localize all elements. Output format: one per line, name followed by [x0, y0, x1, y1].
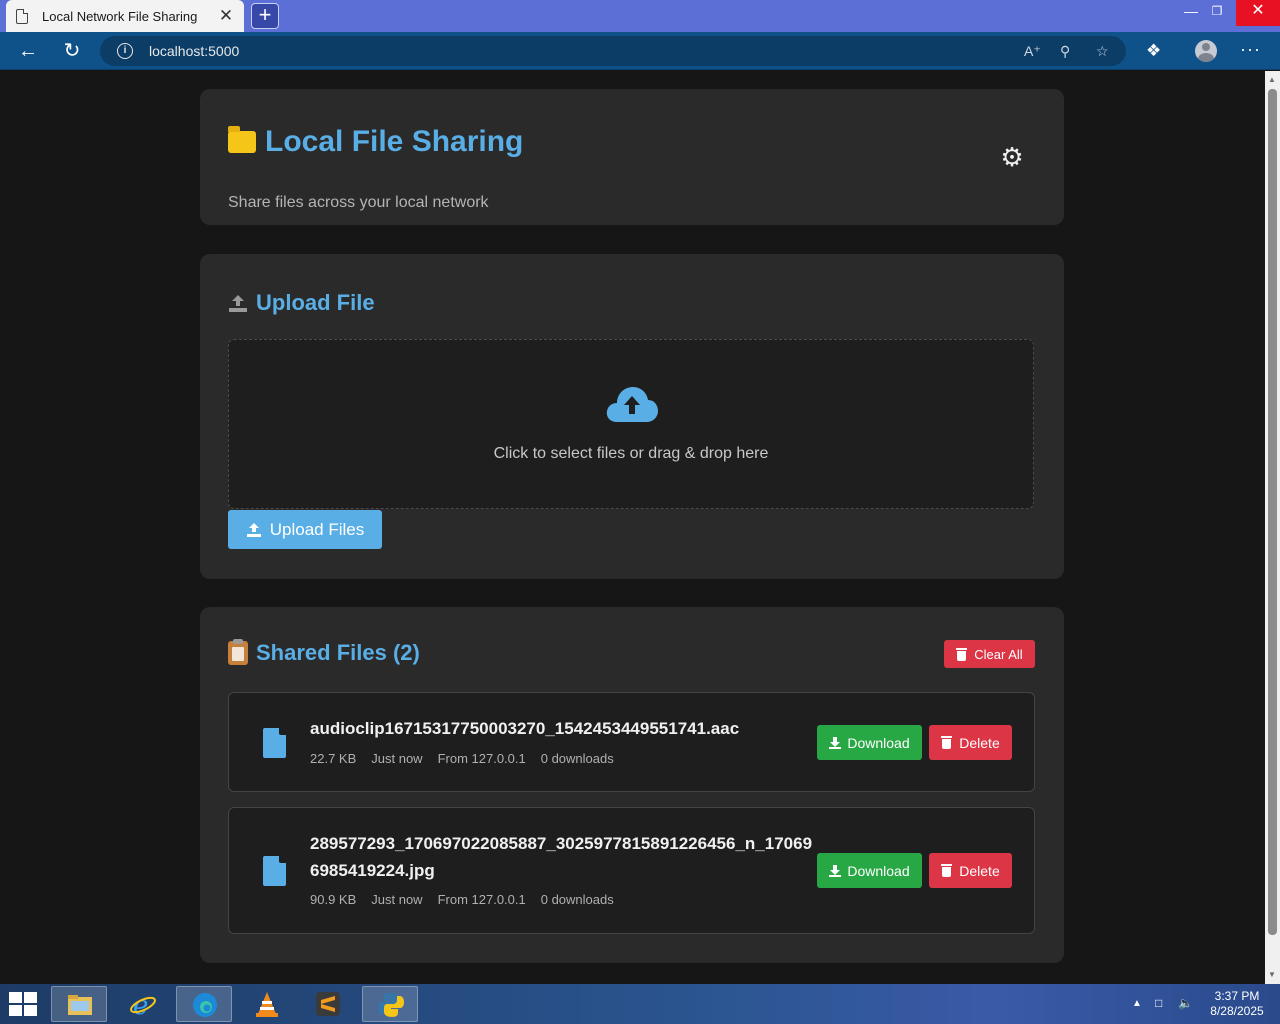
profile-avatar[interactable]	[1195, 40, 1217, 62]
file-size: 90.9 KB	[310, 892, 357, 907]
delete-label: Delete	[959, 734, 1000, 751]
page-title: Local File Sharing	[228, 125, 523, 159]
delete-label: Delete	[959, 862, 1000, 879]
taskbar-python[interactable]	[362, 986, 418, 1022]
page-viewport: Local File Sharing Share files across yo…	[0, 71, 1265, 984]
download-button[interactable]: Download	[817, 725, 922, 760]
address-bar[interactable]: i localhost:5000 A⁺ ⚲ ☆	[100, 36, 1126, 66]
file-name: 289577293_170697022085887_30259778158912…	[310, 834, 813, 880]
tab-close-icon[interactable]: ✕	[218, 6, 234, 26]
windows-start-icon[interactable]	[9, 992, 37, 1016]
clock-time: 3:37 PM	[1214, 989, 1260, 1003]
add-favorite-icon[interactable]: ☆	[1096, 43, 1109, 60]
upload-icon	[246, 522, 261, 537]
file-explorer-icon	[68, 995, 92, 1015]
shared-files-title-text: Shared Files (2)	[256, 640, 420, 665]
tray-overflow-icon[interactable]: ▲	[1132, 998, 1142, 1009]
browser-toolbar: ← ↻ i localhost:5000 A⁺ ⚲ ☆ ❖ ···	[0, 32, 1280, 70]
volume-icon[interactable]: 🔈	[1178, 996, 1193, 1010]
browser-tab[interactable]: Local Network File Sharing ✕	[6, 0, 244, 32]
download-label: Download	[847, 734, 910, 751]
file-downloads: 0 downloads	[540, 751, 614, 766]
cloud-upload-icon	[606, 387, 658, 422]
upload-files-button[interactable]: Upload Files	[228, 510, 382, 549]
upload-card: Upload File Click to select files or dra…	[200, 254, 1064, 579]
upload-section-title: Upload File	[228, 290, 375, 316]
upload-files-label: Upload Files	[269, 519, 365, 539]
delete-button[interactable]: Delete	[929, 725, 1012, 760]
file-time: Just now	[371, 751, 423, 766]
taskbar-file-explorer[interactable]	[51, 986, 107, 1022]
download-label: Download	[847, 862, 910, 879]
more-menu-icon[interactable]: ···	[1240, 39, 1261, 60]
dropzone-text: Click to select files or drag & drop her…	[493, 445, 769, 462]
scroll-up-arrow-icon[interactable]: ▲	[1268, 75, 1276, 84]
file-meta: 22.7 KB Just now From 127.0.0.1 0 downlo…	[310, 751, 614, 766]
shared-files-title: Shared Files (2)	[228, 639, 420, 666]
file-source: From 127.0.0.1	[437, 751, 526, 766]
internet-explorer-icon: e	[130, 991, 156, 1018]
download-button[interactable]: Download	[817, 853, 922, 888]
file-item: 289577293_170697022085887_30259778158912…	[228, 807, 1035, 934]
read-aloud-icon[interactable]: A⁺	[1024, 43, 1041, 60]
clock-date: 8/28/2025	[1210, 1004, 1264, 1018]
file-item: audioclip16715317750003270_1542453449551…	[228, 692, 1035, 792]
sublime-text-icon	[316, 992, 340, 1016]
tab-title: Local Network File Sharing	[42, 8, 198, 24]
trash-icon	[941, 864, 953, 877]
network-icon[interactable]: □	[1155, 996, 1162, 1010]
folder-icon	[228, 126, 256, 153]
download-icon	[829, 736, 842, 749]
vlc-icon	[256, 992, 278, 1017]
taskbar-vlc[interactable]	[239, 986, 295, 1022]
refresh-icon[interactable]: ↻	[58, 38, 86, 64]
zoom-out-icon[interactable]: ⚲	[1060, 43, 1070, 60]
taskbar-edge[interactable]	[176, 986, 232, 1022]
python-icon	[378, 993, 404, 1017]
file-dropzone[interactable]: Click to select files or drag & drop her…	[228, 339, 1034, 509]
new-tab-button[interactable]: +	[251, 3, 279, 29]
back-icon[interactable]: ←	[14, 38, 42, 64]
scrollbar-thumb[interactable]	[1268, 89, 1277, 935]
trash-icon	[941, 736, 953, 749]
trash-icon	[956, 647, 968, 661]
taskbar-sublime-text[interactable]	[300, 986, 356, 1022]
gear-icon[interactable]: ⚙	[998, 143, 1026, 171]
edge-icon	[193, 993, 217, 1017]
page-subtitle: Share files across your local network	[228, 194, 489, 211]
clipboard-icon	[228, 639, 248, 665]
file-meta: 90.9 KB Just now From 127.0.0.1 0 downlo…	[310, 892, 614, 907]
header-card: Local File Sharing Share files across yo…	[200, 89, 1064, 225]
download-icon	[829, 864, 842, 877]
extensions-icon[interactable]: ❖	[1146, 41, 1161, 61]
page-title-text: Local File Sharing	[265, 125, 524, 158]
file-downloads: 0 downloads	[540, 892, 614, 907]
shared-files-card: Shared Files (2) Clear All audioclip1671…	[200, 607, 1064, 963]
upload-title-text: Upload File	[256, 290, 375, 315]
browser-titlebar: Local Network File Sharing ✕ + — ❐ ✕	[0, 0, 1280, 32]
taskbar-internet-explorer[interactable]: e	[115, 986, 171, 1022]
file-size: 22.7 KB	[310, 751, 357, 766]
page-icon	[16, 8, 28, 24]
page-scrollbar[interactable]: ▲ ▼	[1265, 71, 1280, 984]
clear-all-button[interactable]: Clear All	[944, 640, 1035, 668]
clear-all-label: Clear All	[974, 646, 1023, 662]
file-source: From 127.0.0.1	[437, 892, 526, 907]
file-icon	[263, 856, 286, 886]
file-time: Just now	[371, 892, 423, 907]
file-name: audioclip16715317750003270_1542453449551…	[310, 719, 740, 738]
scroll-down-arrow-icon[interactable]: ▼	[1268, 970, 1276, 979]
file-icon	[263, 728, 286, 758]
delete-button[interactable]: Delete	[929, 853, 1012, 888]
site-info-icon[interactable]: i	[117, 43, 133, 59]
close-window-button[interactable]: ✕	[1236, 0, 1280, 26]
restore-button[interactable]: ❐	[1200, 0, 1234, 26]
url-text[interactable]: localhost:5000	[149, 43, 239, 59]
upload-icon	[229, 295, 247, 312]
taskbar-clock[interactable]: 3:37 PM 8/28/2025	[1200, 989, 1274, 1019]
windows-taskbar: e ▲ □ 🔈 3:37 PM 8/28/2025	[0, 984, 1280, 1024]
